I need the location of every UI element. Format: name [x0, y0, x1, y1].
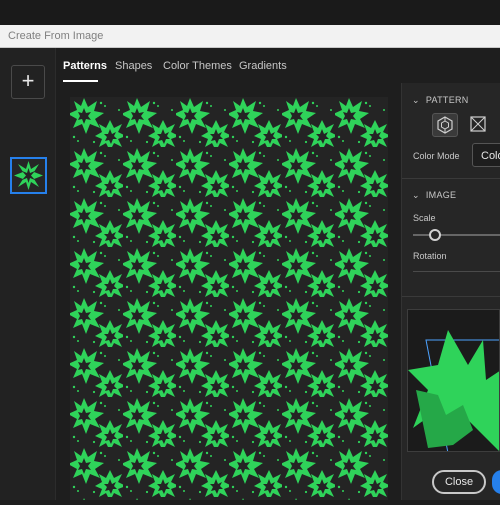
- section-divider: [402, 178, 500, 179]
- image-heading: IMAGE: [425, 190, 457, 200]
- title-bar: Create From Image: [0, 25, 500, 48]
- tab-bar: Patterns Shapes Color Themes Gradients: [56, 48, 500, 83]
- hexagon-pattern-icon: [437, 116, 453, 134]
- color-mode-value: Colo: [481, 150, 500, 162]
- color-mode-dropdown[interactable]: Colo: [472, 143, 500, 167]
- pattern-section-header[interactable]: ⌄ PATTERN: [412, 95, 469, 106]
- pattern-canvas: [70, 97, 388, 500]
- tab-color-themes[interactable]: Color Themes: [163, 60, 232, 72]
- image-thumbnail[interactable]: [10, 157, 47, 194]
- grid-pattern-button[interactable]: [466, 113, 492, 137]
- chevron-down-icon: ⌄: [412, 190, 420, 200]
- scale-slider-track[interactable]: [413, 234, 500, 236]
- scale-slider-handle[interactable]: [429, 229, 441, 241]
- tab-gradients[interactable]: Gradients: [239, 60, 287, 72]
- tab-shapes[interactable]: Shapes: [115, 60, 152, 72]
- pattern-heading: PATTERN: [425, 95, 469, 105]
- scale-label: Scale: [413, 213, 436, 223]
- rotation-control[interactable]: [413, 271, 500, 272]
- window-title: Create From Image: [8, 30, 104, 42]
- top-strip: [0, 0, 500, 25]
- source-image: [408, 330, 499, 451]
- hexagon-pattern-button[interactable]: [432, 113, 458, 137]
- add-image-button[interactable]: +: [11, 65, 45, 99]
- rotation-label: Rotation: [413, 251, 447, 261]
- active-tab-indicator: [63, 80, 98, 82]
- grid-pattern-icon: [470, 116, 486, 132]
- color-mode-label: Color Mode: [413, 151, 460, 161]
- source-image-preview: [407, 309, 500, 452]
- plus-icon: +: [21, 68, 35, 93]
- section-divider: [402, 296, 500, 297]
- close-button[interactable]: Close: [432, 470, 486, 494]
- pattern-preview: [70, 97, 388, 500]
- left-rail: +: [0, 48, 56, 500]
- tab-patterns[interactable]: Patterns: [63, 60, 107, 72]
- image-section-header[interactable]: ⌄ IMAGE: [412, 190, 456, 201]
- starburst-thumb-icon: [14, 161, 43, 190]
- chevron-down-icon: ⌄: [412, 95, 420, 105]
